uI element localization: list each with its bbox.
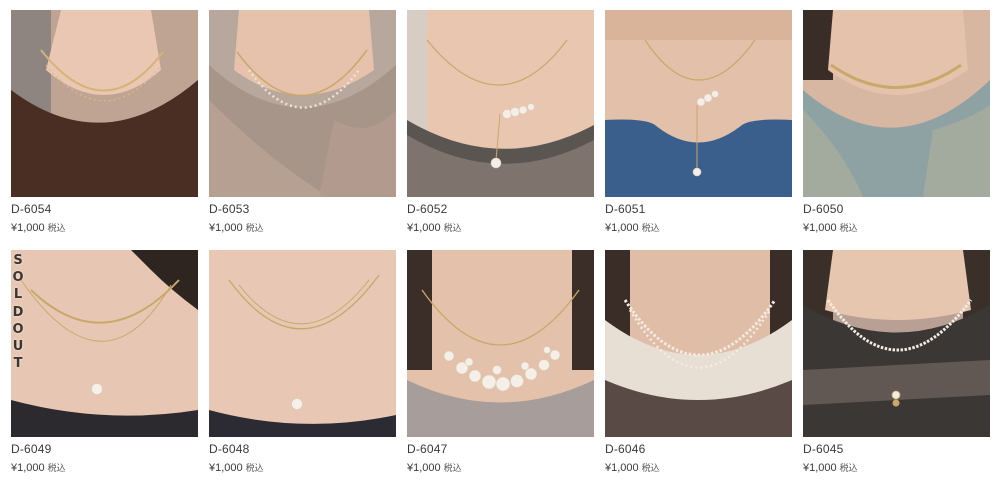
price-value: ¥1,000 (11, 462, 45, 474)
product-code[interactable]: D-6054 (11, 202, 52, 216)
product-code[interactable]: D-6049 (11, 442, 52, 456)
necklace-photo (209, 10, 396, 197)
necklace-photo (407, 10, 594, 197)
product-price: ¥1,000 税込 (209, 221, 264, 235)
price-value: ¥1,000 (803, 462, 837, 474)
price-value: ¥1,000 (407, 222, 441, 234)
soldout-letter: U (12, 339, 24, 355)
soldout-letter: L (13, 287, 23, 303)
price-value: ¥1,000 (803, 222, 837, 234)
product-card[interactable]: D-6047 ¥1,000 税込 (407, 250, 594, 474)
product-image[interactable] (11, 250, 198, 437)
necklace-photo (605, 10, 792, 197)
necklace-photo (11, 250, 198, 437)
price-value: ¥1,000 (605, 462, 639, 474)
soldout-letter: O (12, 321, 24, 337)
necklace-photo (407, 250, 594, 437)
product-card[interactable]: D-6053 ¥1,000 税込 (209, 10, 396, 234)
tax-label: 税込 (839, 463, 858, 473)
product-code[interactable]: D-6050 (803, 202, 844, 216)
product-card[interactable]: D-6046 ¥1,000 税込 (605, 250, 792, 474)
tax-label: 税込 (641, 463, 660, 473)
tax-label: 税込 (245, 463, 264, 473)
product-image[interactable] (803, 10, 990, 197)
product-card[interactable]: S O L D O U T D-6049 ¥1,000 税込 (11, 250, 198, 474)
product-price: ¥1,000 税込 (407, 221, 462, 235)
price-value: ¥1,000 (11, 222, 45, 234)
product-card[interactable]: D-6051 ¥1,000 税込 (605, 10, 792, 234)
product-price: ¥1,000 税込 (209, 461, 264, 475)
product-card[interactable]: D-6052 ¥1,000 税込 (407, 10, 594, 234)
product-price: ¥1,000 税込 (605, 221, 660, 235)
product-price: ¥1,000 税込 (605, 461, 660, 475)
soldout-letter: S (13, 253, 23, 268)
necklace-photo (803, 10, 990, 197)
product-card[interactable]: D-6045 ¥1,000 税込 (803, 250, 990, 474)
product-image[interactable] (11, 10, 198, 197)
soldout-letter: T (13, 356, 23, 372)
soldout-badge: S O L D O U T (11, 250, 25, 372)
product-code[interactable]: D-6046 (605, 442, 646, 456)
product-card[interactable]: D-6054 ¥1,000 税込 (11, 10, 198, 234)
product-image[interactable] (209, 250, 396, 437)
price-value: ¥1,000 (209, 462, 243, 474)
price-value: ¥1,000 (407, 462, 441, 474)
product-image[interactable] (407, 10, 594, 197)
necklace-photo (209, 250, 396, 437)
necklace-photo (11, 10, 198, 197)
necklace-photo (803, 250, 990, 437)
tax-label: 税込 (443, 223, 462, 233)
soldout-letter: O (12, 270, 24, 286)
tax-label: 税込 (641, 223, 660, 233)
product-price: ¥1,000 税込 (407, 461, 462, 475)
price-value: ¥1,000 (209, 222, 243, 234)
product-price: ¥1,000 税込 (11, 461, 66, 475)
product-image[interactable] (209, 10, 396, 197)
necklace-photo (605, 250, 792, 437)
product-card[interactable]: D-6050 ¥1,000 税込 (803, 10, 990, 234)
product-image[interactable] (803, 250, 990, 437)
product-price: ¥1,000 税込 (11, 221, 66, 235)
price-value: ¥1,000 (605, 222, 639, 234)
soldout-letter: D (12, 304, 24, 320)
tax-label: 税込 (443, 463, 462, 473)
tax-label: 税込 (47, 223, 66, 233)
product-price: ¥1,000 税込 (803, 461, 858, 475)
product-card[interactable]: D-6048 ¥1,000 税込 (209, 250, 396, 474)
product-code[interactable]: D-6053 (209, 202, 250, 216)
product-image[interactable] (407, 250, 594, 437)
product-code[interactable]: D-6045 (803, 442, 844, 456)
tax-label: 税込 (245, 223, 264, 233)
product-code[interactable]: D-6048 (209, 442, 250, 456)
product-code[interactable]: D-6047 (407, 442, 448, 456)
product-code[interactable]: D-6052 (407, 202, 448, 216)
tax-label: 税込 (47, 463, 66, 473)
product-price: ¥1,000 税込 (803, 221, 858, 235)
product-code[interactable]: D-6051 (605, 202, 646, 216)
product-image[interactable] (605, 250, 792, 437)
product-image[interactable] (605, 10, 792, 197)
tax-label: 税込 (839, 223, 858, 233)
